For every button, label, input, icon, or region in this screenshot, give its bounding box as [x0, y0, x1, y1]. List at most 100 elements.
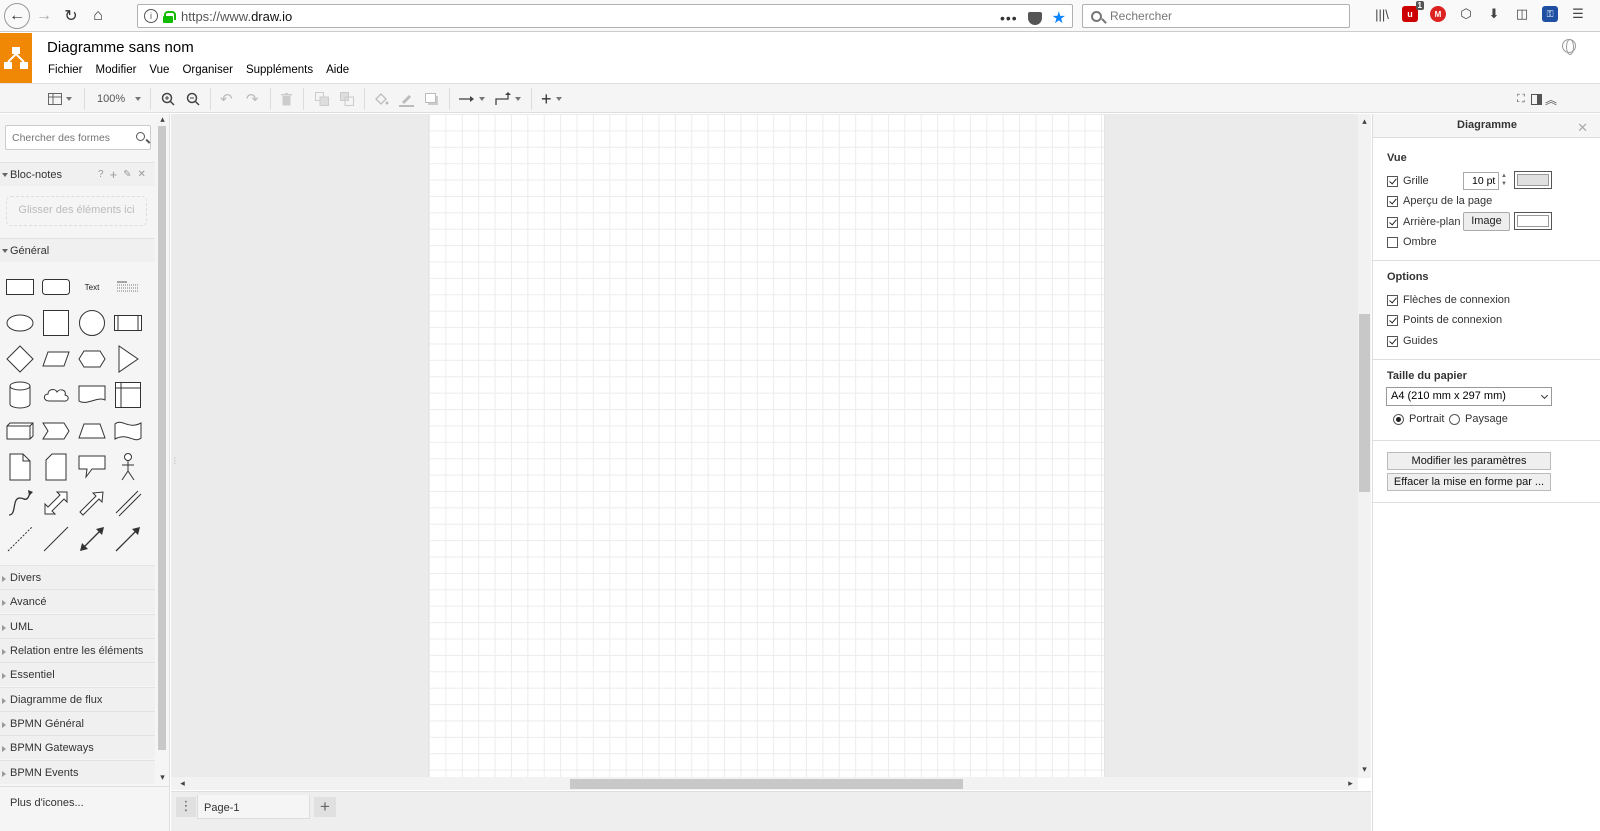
section-basic[interactable]: Essentiel: [0, 662, 155, 686]
forward-icon[interactable]: →: [31, 3, 57, 29]
shape-document[interactable]: [74, 377, 110, 413]
grid-checkbox-row[interactable]: Grille: [1387, 175, 1429, 187]
portrait-radio[interactable]: [1393, 413, 1404, 425]
menu-view[interactable]: Vue: [149, 64, 169, 76]
document-title[interactable]: Diagramme sans nom: [47, 39, 194, 56]
shape-cube[interactable]: [2, 413, 38, 449]
ublock-icon[interactable]: u1: [1402, 1, 1424, 22]
pocket-icon[interactable]: [1027, 11, 1042, 25]
scroll-down-icon[interactable]: ▾: [1359, 764, 1370, 775]
format-panel-icon[interactable]: [1531, 90, 1542, 108]
shape-curve[interactable]: [2, 485, 38, 521]
shape-square[interactable]: [38, 305, 74, 341]
scroll-right-icon[interactable]: ▸: [1345, 778, 1356, 789]
shape-trapezoid[interactable]: [74, 413, 110, 449]
close-icon[interactable]: ✕: [1577, 118, 1588, 138]
page-view-checkbox[interactable]: [1387, 195, 1398, 207]
zoom-out-icon[interactable]: [186, 90, 200, 108]
sidebar-resize-handle[interactable]: ⋮: [171, 456, 179, 476]
sidebar-icon[interactable]: ◫: [1514, 6, 1530, 22]
connection-arrows-row[interactable]: Flèches de connexion: [1387, 294, 1510, 306]
bitwarden-icon[interactable]: ⚿: [1542, 6, 1558, 22]
diagram-canvas[interactable]: ⋮: [171, 114, 1358, 778]
add-page-button[interactable]: +: [314, 797, 336, 817]
delete-icon[interactable]: [281, 90, 292, 108]
shape-circle[interactable]: [74, 305, 110, 341]
grid-size-input[interactable]: 10 pt: [1463, 172, 1499, 190]
insert-dropdown[interactable]: +: [541, 89, 562, 109]
bookmark-star-icon[interactable]: ★: [1052, 8, 1066, 28]
section-uml[interactable]: UML: [0, 614, 155, 638]
edit-icon[interactable]: ✎: [123, 169, 131, 182]
shape-link[interactable]: [110, 485, 146, 521]
menu-extras[interactable]: Suppléments: [246, 64, 313, 76]
shape-actor[interactable]: [110, 449, 146, 485]
connection-points-row[interactable]: Points de connexion: [1387, 314, 1502, 326]
shadow-checkbox[interactable]: [1387, 236, 1398, 248]
background-checkbox[interactable]: [1387, 216, 1398, 228]
shape-process[interactable]: [110, 305, 146, 341]
scroll-up-icon[interactable]: ▴: [157, 114, 168, 125]
grid-checkbox[interactable]: [1387, 175, 1398, 187]
shape-triangle[interactable]: [110, 341, 146, 377]
shape-directional-connector[interactable]: [110, 521, 146, 557]
clear-default-style-button[interactable]: Effacer la mise en forme par ...: [1387, 473, 1551, 491]
shape-line[interactable]: [38, 521, 74, 557]
section-flowchart[interactable]: Diagramme de flux: [0, 687, 155, 711]
collapse-header-icon[interactable]: ︽: [1545, 90, 1557, 108]
background-color-button[interactable]: [1514, 212, 1552, 230]
grid-size-spinner[interactable]: ▲ ▼: [1499, 172, 1509, 190]
section-misc[interactable]: Divers: [0, 565, 155, 589]
shape-ellipse[interactable]: [2, 305, 38, 341]
to-back-icon[interactable]: [340, 90, 354, 108]
undo-icon[interactable]: ↶: [220, 90, 233, 108]
line-color-icon[interactable]: [399, 90, 414, 108]
mega-icon[interactable]: M: [1430, 6, 1446, 22]
menu-icon[interactable]: ☰: [1570, 6, 1586, 22]
shadow-checkbox-row[interactable]: Ombre: [1387, 236, 1437, 248]
pages-menu-icon[interactable]: ⋮: [176, 797, 196, 817]
browser-search-input[interactable]: Rechercher: [1082, 4, 1350, 28]
diagram-page[interactable]: [428, 114, 1105, 778]
shape-cylinder[interactable]: [2, 377, 38, 413]
page-tab[interactable]: Page-1: [197, 795, 310, 819]
section-bpmn-gateways[interactable]: BPMN Gateways: [0, 735, 155, 759]
shape-diamond[interactable]: [2, 341, 38, 377]
shape-cloud[interactable]: [38, 377, 74, 413]
connection-style-dropdown[interactable]: [459, 90, 485, 108]
fullscreen-icon[interactable]: ⛶: [1517, 90, 1525, 108]
portrait-option[interactable]: Portrait: [1393, 413, 1444, 425]
shape-parallelogram[interactable]: [38, 341, 74, 377]
help-icon[interactable]: ?: [98, 169, 104, 182]
shape-arrow[interactable]: [74, 485, 110, 521]
shape-tape[interactable]: [110, 413, 146, 449]
download-icon[interactable]: ⬇: [1486, 6, 1502, 22]
url-bar[interactable]: i https://www.draw.io ••• ★: [137, 4, 1073, 28]
menu-file[interactable]: Fichier: [48, 64, 83, 76]
shape-textbox[interactable]: [110, 269, 146, 305]
shape-callout[interactable]: [74, 449, 110, 485]
to-front-icon[interactable]: [315, 90, 329, 108]
connection-points-checkbox[interactable]: [1387, 314, 1398, 326]
library-icon[interactable]: |||\: [1374, 6, 1390, 22]
home-icon[interactable]: ⌂: [85, 3, 111, 29]
shape-search-input[interactable]: [5, 125, 151, 150]
section-general[interactable]: Général: [0, 238, 155, 262]
shape-text[interactable]: Text: [74, 269, 110, 305]
zoom-in-icon[interactable]: [161, 90, 175, 108]
scroll-down-icon[interactable]: ▾: [157, 772, 168, 783]
landscape-option[interactable]: Paysage: [1449, 413, 1508, 425]
menu-arrange[interactable]: Organiser: [182, 64, 233, 76]
edit-settings-button[interactable]: Modifier les paramètres: [1387, 452, 1551, 470]
reload-icon[interactable]: ↻: [58, 3, 84, 29]
info-icon[interactable]: i: [144, 9, 158, 23]
shape-step[interactable]: [38, 413, 74, 449]
search-icon[interactable]: [136, 132, 145, 141]
canvas-horizontal-scrollbar[interactable]: ◂ ▸: [171, 777, 1358, 790]
canvas-vertical-scrollbar[interactable]: ▴ ▾: [1358, 114, 1371, 778]
back-icon[interactable]: ←: [4, 2, 30, 29]
shape-hexagon[interactable]: [74, 341, 110, 377]
shape-note[interactable]: [2, 449, 38, 485]
shape-bidirectional-arrow[interactable]: [38, 485, 74, 521]
section-advanced[interactable]: Avancé: [0, 589, 155, 613]
